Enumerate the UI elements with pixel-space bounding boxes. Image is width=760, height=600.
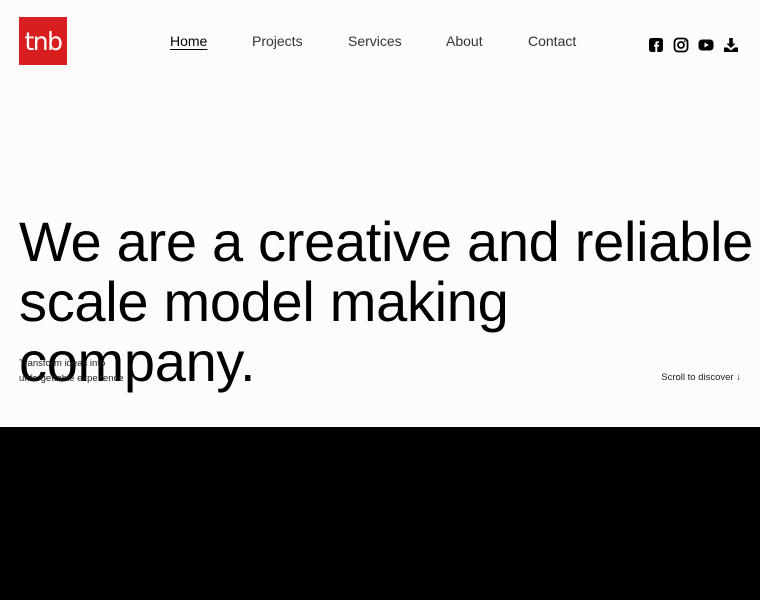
nav-item-about[interactable]: About: [446, 33, 483, 49]
youtube-icon[interactable]: [698, 37, 714, 53]
hero-tagline: Transform ideas into unforgettable exper…: [19, 356, 219, 386]
nav-item-services[interactable]: Services: [348, 33, 402, 49]
tagline-line-1: Transform ideas into: [19, 358, 106, 369]
nav-item-projects[interactable]: Projects: [252, 33, 303, 49]
main-nav: Home Projects Services About Contact: [0, 33, 760, 51]
scroll-to-discover-link[interactable]: Scroll to discover ↓: [661, 372, 741, 383]
download-icon[interactable]: [723, 37, 739, 53]
dark-section: [0, 427, 760, 600]
social-links: [648, 37, 739, 53]
nav-item-home[interactable]: Home: [170, 33, 207, 49]
nav-item-contact[interactable]: Contact: [528, 33, 576, 49]
facebook-icon[interactable]: [648, 37, 664, 53]
instagram-icon[interactable]: [673, 37, 689, 53]
tagline-line-2: unforgettable experience: [19, 373, 124, 384]
